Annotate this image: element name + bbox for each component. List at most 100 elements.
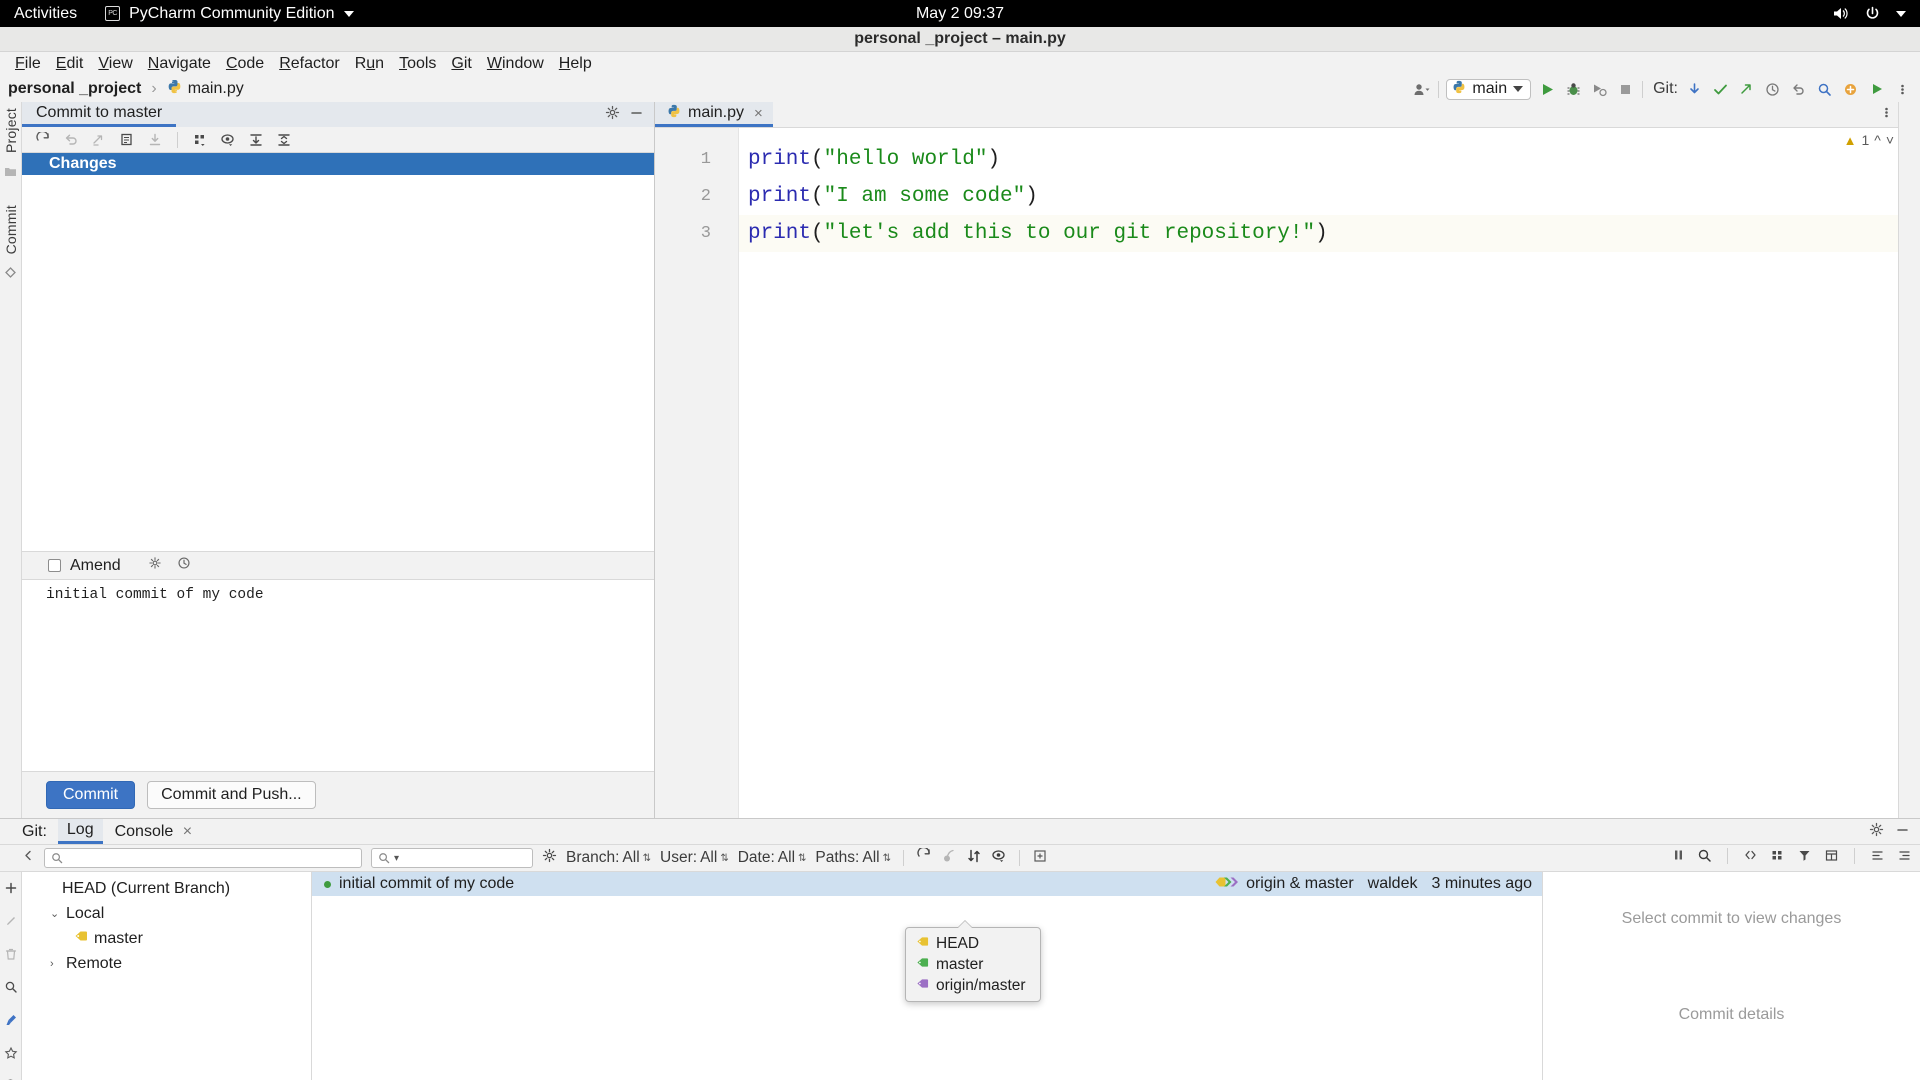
git-commit-icon[interactable] <box>1711 80 1730 99</box>
changes-node[interactable]: Changes <box>22 153 654 175</box>
breadcrumb-file[interactable]: main.py <box>188 80 244 98</box>
shelve-icon[interactable] <box>90 131 108 149</box>
app-menu[interactable]: PC PyCharm Community Edition <box>105 5 354 23</box>
brush-icon[interactable] <box>4 1012 18 1032</box>
menu-tools[interactable]: Tools <box>392 53 443 75</box>
menu-view[interactable]: View <box>91 53 139 75</box>
tab-log[interactable]: Log <box>57 819 103 844</box>
breadcrumb-project[interactable]: personal _project <box>8 80 141 98</box>
collapse-all-icon[interactable] <box>275 131 293 149</box>
history-icon[interactable] <box>1763 80 1782 99</box>
tab-commit-to-master[interactable]: Commit to master <box>22 102 177 127</box>
git-push-icon[interactable] <box>1737 80 1756 99</box>
refresh-icon[interactable] <box>34 131 52 149</box>
system-menu-chevron-icon[interactable] <box>1896 10 1906 17</box>
filter-paths[interactable]: Paths: All ⇅ <box>815 849 891 867</box>
project-folder-icon[interactable] <box>4 163 17 183</box>
sidebar-item-project[interactable]: Project <box>3 108 19 153</box>
log-search-input[interactable]: ▾ <box>371 848 533 868</box>
git-update-icon[interactable] <box>1685 80 1704 99</box>
add-icon[interactable] <box>4 880 18 900</box>
menu-run[interactable]: Run <box>348 53 391 75</box>
chevron-down-icon[interactable]: ⌄ <box>50 907 60 920</box>
menu-refactor[interactable]: Refactor <box>272 53 346 75</box>
collapse-branches-icon[interactable] <box>22 849 35 867</box>
download-icon[interactable] <box>146 131 164 149</box>
commit-icon[interactable] <box>4 264 17 284</box>
menu-code[interactable]: Code <box>219 53 271 75</box>
edit-icon[interactable] <box>4 913 18 933</box>
commit-refs[interactable]: origin & master <box>1215 875 1354 894</box>
diff-icon[interactable] <box>118 131 136 149</box>
commit-button[interactable]: Commit <box>46 781 136 809</box>
amend-checkbox[interactable] <box>48 559 61 572</box>
open-in-editor-icon[interactable] <box>1032 848 1048 869</box>
chevron-up-icon[interactable]: ^ <box>1874 132 1881 148</box>
run-button[interactable] <box>1538 80 1557 99</box>
editor-tab-main-py[interactable]: main.py × <box>655 102 773 127</box>
tab-console[interactable]: Console × <box>106 821 202 843</box>
filter-settings-gear-icon[interactable] <box>542 848 557 868</box>
filter-user[interactable]: User: All ⇅ <box>660 849 729 867</box>
gear-icon[interactable] <box>605 105 620 125</box>
branch-tree[interactable]: HEAD (Current Branch) ⌄ Local master › R… <box>22 872 312 1080</box>
search-icon[interactable] <box>4 979 18 999</box>
stop-button[interactable] <box>1616 80 1635 99</box>
sort-icon[interactable] <box>966 848 982 869</box>
changes-list[interactable] <box>22 175 654 552</box>
layout-icon[interactable] <box>1824 848 1839 868</box>
volume-icon[interactable] <box>1832 6 1849 21</box>
commit-message-input[interactable]: initial commit of my code <box>22 580 654 772</box>
collapse-icon[interactable] <box>1743 848 1758 868</box>
search-dropdown-icon[interactable]: ▾ <box>394 853 399 863</box>
code-text[interactable]: print("hello world") print("I am some co… <box>739 128 1898 818</box>
align-left-icon[interactable] <box>1870 848 1885 868</box>
search-icon[interactable] <box>1697 848 1712 868</box>
more-icon[interactable] <box>1893 80 1912 99</box>
search-icon[interactable] <box>1815 80 1834 99</box>
filter-date[interactable]: Date: All ⇅ <box>738 849 807 867</box>
branch-head-row[interactable]: HEAD (Current Branch) <box>22 876 311 901</box>
undo-icon[interactable] <box>1789 80 1808 99</box>
cherry-pick-icon[interactable] <box>941 848 957 869</box>
delete-icon[interactable] <box>4 946 18 966</box>
pause-icon[interactable] <box>1672 848 1685 868</box>
clock[interactable]: May 2 09:37 <box>916 5 1004 23</box>
coverage-button[interactable] <box>1590 80 1609 99</box>
branch-item-master[interactable]: master <box>22 926 311 951</box>
sidebar-item-commit[interactable]: Commit <box>3 205 19 254</box>
debug-button[interactable] <box>1564 80 1583 99</box>
expand-all-icon[interactable] <box>247 131 265 149</box>
close-icon[interactable]: × <box>754 105 763 122</box>
filter-icon[interactable] <box>1797 848 1812 868</box>
filter-branch[interactable]: Branch: All ⇅ <box>566 849 651 867</box>
menu-navigate[interactable]: Navigate <box>141 53 218 75</box>
columns-icon[interactable] <box>1770 848 1785 868</box>
branch-group-local[interactable]: ⌄ Local <box>22 901 311 926</box>
gear-icon[interactable] <box>148 556 162 575</box>
user-avatar-icon[interactable] <box>1412 80 1431 99</box>
menu-window[interactable]: Window <box>480 53 551 75</box>
inspection-widget[interactable]: ▲ 1 ^ ˅ <box>1844 132 1894 148</box>
branch-group-remote[interactable]: › Remote <box>22 951 311 976</box>
commit-log-list[interactable]: initial commit of my code origin & maste… <box>312 872 1542 1080</box>
power-icon[interactable] <box>1865 6 1880 21</box>
branch-search-input[interactable] <box>44 848 362 868</box>
gear-icon[interactable] <box>1869 822 1884 842</box>
commit-row[interactable]: initial commit of my code origin & maste… <box>312 872 1542 896</box>
minimize-icon[interactable] <box>1895 822 1910 842</box>
menu-git[interactable]: Git <box>444 53 478 75</box>
preview-icon[interactable] <box>991 848 1007 869</box>
chevron-right-icon[interactable]: › <box>50 958 60 970</box>
group-by-icon[interactable] <box>191 131 209 149</box>
minimize-icon[interactable] <box>629 105 644 125</box>
more-icon[interactable] <box>1884 105 1889 125</box>
commit-and-push-button[interactable]: Commit and Push... <box>147 781 316 809</box>
history-icon[interactable] <box>177 556 191 575</box>
chevron-down-icon[interactable]: ˅ <box>1886 132 1894 148</box>
run-configuration-selector[interactable]: main <box>1446 78 1532 100</box>
code-editor[interactable]: 1 2 3 print("hello world") print("I am s… <box>655 128 1898 818</box>
plugin-update-icon[interactable] <box>1841 80 1860 99</box>
play-green-icon[interactable] <box>1867 80 1886 99</box>
menu-help[interactable]: Help <box>552 53 599 75</box>
